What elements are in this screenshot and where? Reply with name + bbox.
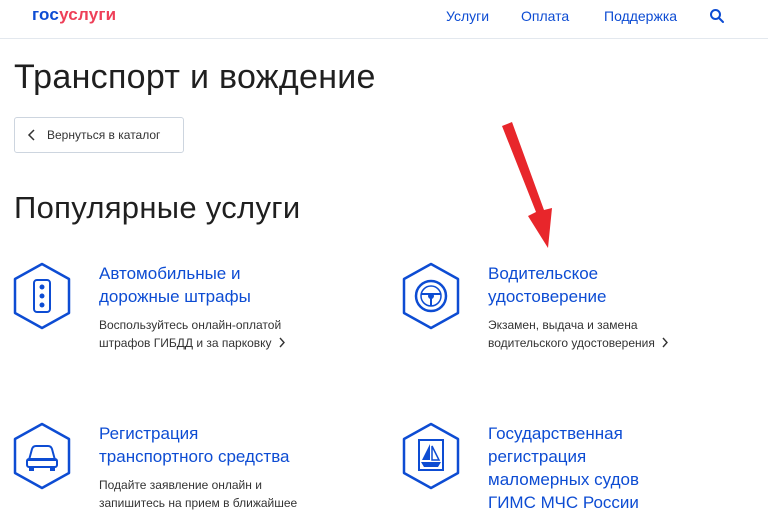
nav-payment-link[interactable]: Оплата (521, 8, 569, 24)
gosuslugi-logo[interactable]: госуслуги (32, 5, 116, 25)
search-icon[interactable] (709, 8, 725, 24)
boat-icon (402, 422, 460, 490)
nav-support-link[interactable]: Поддержка (604, 8, 677, 24)
title-line: транспортного средства (99, 447, 290, 466)
nav-services-link[interactable]: Услуги (446, 8, 489, 24)
card-vehicle-registration-title[interactable]: Регистрация транспортного средства (99, 422, 339, 468)
chevron-right-icon[interactable] (661, 337, 669, 348)
card-fines-desc: Воспользуйтесь онлайн-оплатой штрафов ГИ… (99, 316, 329, 352)
chevron-left-icon (27, 129, 35, 141)
card-vehicle-registration-desc: Подайте заявление онлайн и запишитесь на… (99, 476, 329, 512)
car-icon (13, 422, 71, 490)
desc-line: Экзамен, выдача и замена (488, 318, 638, 332)
section-title: Популярные услуги (14, 190, 301, 225)
logo-part-uslugi: услуги (59, 5, 117, 24)
page-title: Транспорт и вождение (14, 58, 376, 96)
title-line: маломерных судов (488, 470, 639, 489)
title-line: Регистрация (99, 424, 199, 443)
card-fines-title[interactable]: Автомобильные и дорожные штрафы (99, 262, 339, 308)
title-line: Государственная (488, 424, 623, 443)
top-header: госуслуги Услуги Оплата Поддержка (0, 0, 768, 39)
title-line: Автомобильные и (99, 264, 241, 283)
title-line: ГИМС МЧС России (488, 493, 639, 512)
title-line: Водительское (488, 264, 599, 283)
title-line: дорожные штрафы (99, 287, 251, 306)
back-to-catalog-button[interactable]: Вернуться в каталог (14, 117, 184, 153)
logo-part-gos: гос (32, 5, 60, 24)
desc-line: водительского удостоверения (488, 336, 655, 350)
card-driver-license-desc: Экзамен, выдача и замена водительского у… (488, 316, 718, 352)
chevron-right-icon[interactable] (278, 337, 286, 348)
desc-line: штрафов ГИБДД и за парковку (99, 336, 272, 350)
card-small-boats-title[interactable]: Государственная регистрация маломерных с… (488, 422, 728, 514)
card-driver-license-title[interactable]: Водительское удостоверение (488, 262, 728, 308)
steering-wheel-icon (402, 262, 460, 330)
traffic-light-icon (13, 262, 71, 330)
desc-line: Воспользуйтесь онлайн-оплатой (99, 318, 282, 332)
title-line: удостоверение (488, 287, 607, 306)
desc-line: Подайте заявление онлайн и (99, 478, 262, 492)
back-button-label: Вернуться в каталог (47, 128, 161, 142)
title-line: регистрация (488, 447, 587, 466)
annotation-arrow-icon (502, 122, 552, 248)
desc-line: запишитесь на прием в ближайшее (99, 496, 298, 510)
